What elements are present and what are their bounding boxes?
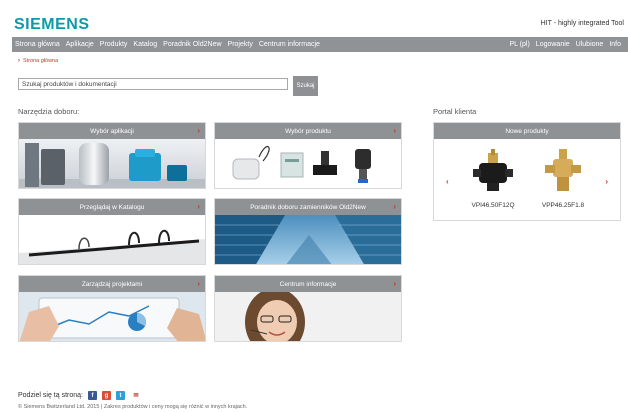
chevron-right-icon: › [393,279,396,288]
tile-label: Zarządzaj projektami [81,280,143,288]
buildings-image [215,215,401,264]
product-card[interactable]: VPP46.25F1.8 [532,147,594,209]
nav-info-center[interactable]: Centrum informacje [256,41,323,48]
share-bar: Podziel się tą stroną: f g t ✉ [18,391,142,400]
tile-label: Wybór aplikacji [90,127,134,135]
footer: © Siemens Bwitzerland Ltd. 2015 | Zakres… [18,404,248,410]
product-name: VPP46.25F1.8 [541,202,585,209]
chevron-right-icon: › [393,202,396,211]
siemens-logo[interactable]: SIEMENS [14,16,90,34]
tile-info-center[interactable]: Centrum informacje › [214,275,402,342]
nav-language[interactable]: PL (pl) [506,41,532,48]
nav-projects[interactable]: Projekty [225,41,256,48]
chevron-right-icon: › [18,58,20,64]
nav-info[interactable]: Info [606,41,624,48]
tools-title: Narzędzia doboru: [18,107,80,116]
app-tagline: HIT - highly integrated Tool [540,20,624,27]
nav-home[interactable]: Strona główna [12,41,63,48]
chevron-right-icon[interactable]: › [605,177,608,186]
new-products-header: Nowe produkty [434,123,620,139]
products-image [215,139,401,188]
email-icon[interactable]: ✉ [129,391,142,400]
chevron-right-icon: › [393,126,396,135]
support-agent-image [215,292,401,341]
tile-catalog[interactable]: Przeglądaj w Katalogu › [18,198,206,265]
tile-old2new[interactable]: Poradnik doboru zamienników Old2New › [214,198,402,265]
new-products-panel: Nowe produkty ‹ › VPI46.50F12Q VPP46.25F… [433,122,621,221]
nav-products[interactable]: Produkty [97,41,131,48]
search-button[interactable]: Szukaj [293,76,318,96]
chevron-right-icon: › [197,126,200,135]
chevron-right-icon: › [197,202,200,211]
nav-applications[interactable]: Aplikacje [63,41,97,48]
facebook-icon[interactable]: f [87,391,97,400]
main-navbar: Strona główna Aplikacje Produkty Katalog… [12,37,628,52]
tile-label: Przeglądaj w Katalogu [79,203,145,211]
breadcrumb-home[interactable]: Strona główna [23,58,58,64]
nav-catalog[interactable]: Katalog [130,41,160,48]
share-label: Podziel się tą stroną: [18,392,83,399]
tile-label: Wybór produktu [285,127,331,135]
search-input[interactable] [18,78,288,90]
chevron-left-icon[interactable]: ‹ [446,177,449,186]
google-plus-icon[interactable]: g [101,391,111,400]
tile-label: Poradnik doboru zamienników Old2New [250,203,366,211]
tile-project-management[interactable]: Zarządzaj projektami › [18,275,206,342]
hvac-equipment-image [19,139,205,188]
portal-title: Portal klienta [433,107,477,116]
page-header: SIEMENS HIT - highly integrated Tool [12,12,628,36]
valve-product-image [537,147,589,197]
tile-label: Centrum informacje [279,280,337,288]
tile-product-selection[interactable]: Wybór produktu › [214,122,402,189]
nav-old2new[interactable]: Poradnik Old2New [160,41,224,48]
nav-favorites[interactable]: Ulubione [573,41,607,48]
binder-image [19,215,205,264]
valve-product-image [467,147,519,197]
chevron-right-icon: › [197,279,200,288]
nav-login[interactable]: Logowanie [533,41,573,48]
product-name: VPI46.50F12Q [471,202,515,209]
breadcrumb: › Strona główna [18,58,58,64]
tile-application-selection[interactable]: Wybór aplikacji › [18,122,206,189]
product-card[interactable]: VPI46.50F12Q [462,147,524,209]
tablet-hands-image [19,292,205,341]
twitter-icon[interactable]: t [115,391,125,400]
